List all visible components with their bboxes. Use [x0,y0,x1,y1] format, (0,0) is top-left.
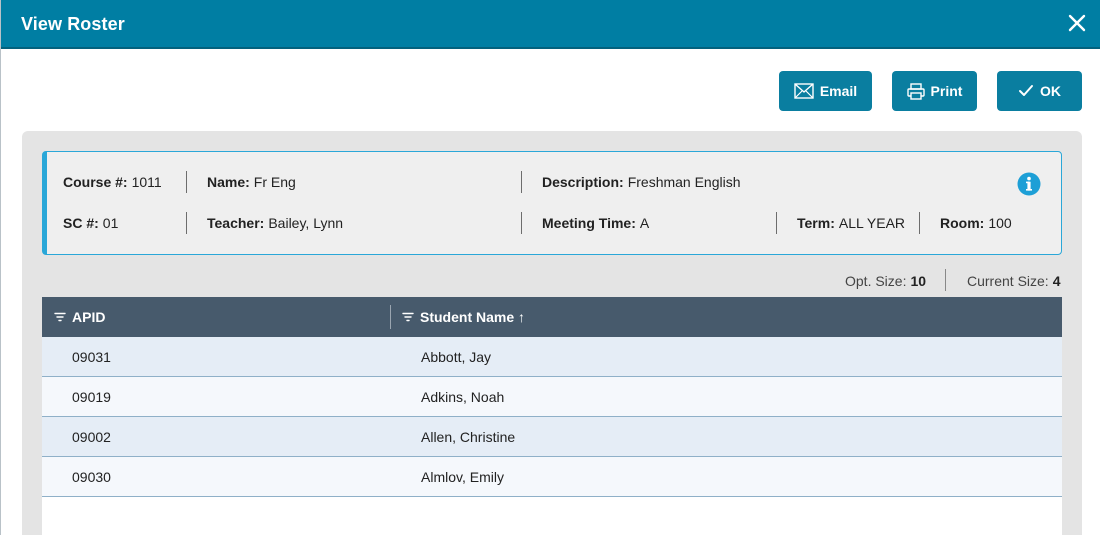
column-label-apid: APID [72,309,106,325]
sc-number-field: SC #: 01 [63,215,118,231]
divider [521,171,522,193]
ok-button-label: OK [1040,83,1061,99]
dialog-header: View Roster [1,0,1100,49]
column-header-apid[interactable]: APID [54,297,105,337]
table-row[interactable]: 09019 Adkins, Noah [42,377,1062,417]
divider [919,212,920,234]
room-field: Room: 100 [940,215,1012,231]
term-field: Term: ALL YEAR [797,215,905,231]
cell-apid: 09002 [72,429,111,445]
info-icon [1017,172,1041,196]
divider [776,212,777,234]
course-name-field: Name: Fr Eng [207,174,296,190]
room-value: 100 [988,215,1012,231]
description-value: Freshman English [627,174,741,190]
print-icon [906,82,925,100]
cell-student-name: Allen, Christine [421,429,516,445]
dialog-title: View Roster [21,14,125,34]
check-icon [1019,85,1033,96]
description-field: Description: Freshman English [542,174,741,190]
course-number-value: 1011 [131,174,162,190]
sc-number-value: 01 [102,215,119,231]
filter-icon [54,312,66,322]
cell-apid: 09031 [72,349,111,365]
cell-apid: 09030 [72,469,111,485]
current-size: Current Size: 4 [967,273,1061,289]
ok-button[interactable]: OK [997,71,1082,111]
info-button[interactable] [1017,172,1041,196]
cell-student-name: Almlov, Emily [421,469,504,485]
teacher-field: Teacher: Bailey, Lynn [207,215,343,231]
table-header: APID Student Name ↑ [42,297,1062,337]
current-size-value: 4 [1052,273,1061,289]
print-button[interactable]: Print [892,71,977,111]
cell-student-name: Adkins, Noah [421,389,505,405]
column-label-student-name: Student Name ↑ [420,309,526,325]
email-button[interactable]: Email [779,71,872,111]
room-label: Room: [940,215,985,231]
column-header-student-name[interactable]: Student Name ↑ [402,297,525,337]
current-size-label: Current Size: [967,273,1049,289]
table-row[interactable]: 09002 Allen, Christine [42,417,1062,457]
meeting-time-label: Meeting Time: [542,215,636,231]
divider [945,269,946,291]
opt-size-label: Opt. Size: [845,273,907,289]
email-button-label: Email [819,83,858,99]
filter-icon [402,312,414,322]
opt-size-value: 10 [910,273,927,289]
course-number-label: Course #: [63,174,128,190]
description-label: Description: [542,174,624,190]
teacher-value: Bailey, Lynn [268,215,344,231]
print-button-label: Print [930,83,963,99]
roster-content-panel: Course #: 1011 Name: Fr Eng Description: Fr… [22,131,1082,535]
close-button[interactable] [1065,11,1089,35]
view-roster-dialog: View Roster Email Print OK Course #: 101… [0,0,1100,535]
divider [521,212,522,234]
roster-table: APID Student Name ↑ 09031 Abbott, Jay 09… [42,297,1062,535]
sc-number-label: SC #: [63,215,99,231]
column-divider[interactable] [390,305,391,329]
divider [186,212,187,234]
cell-student-name: Abbott, Jay [421,349,492,365]
meeting-time-field: Meeting Time: A [542,215,649,231]
table-row[interactable]: 09031 Abbott, Jay [42,337,1062,377]
course-name-value: Fr Eng [253,174,296,190]
meeting-time-value: A [639,215,650,231]
table-row[interactable]: 09030 Almlov, Emily [42,457,1062,497]
term-label: Term: [797,215,835,231]
cell-apid: 09019 [72,389,111,405]
email-icon [794,83,814,99]
course-number-field: Course #: 1011 [63,174,162,190]
term-value: ALL YEAR [838,215,906,231]
course-info-card: Course #: 1011 Name: Fr Eng Description: Fr… [42,151,1062,255]
course-name-label: Name: [207,174,250,190]
teacher-label: Teacher: [207,215,265,231]
divider [186,171,187,193]
close-icon [1068,14,1086,32]
opt-size: Opt. Size: 10 [845,273,926,289]
